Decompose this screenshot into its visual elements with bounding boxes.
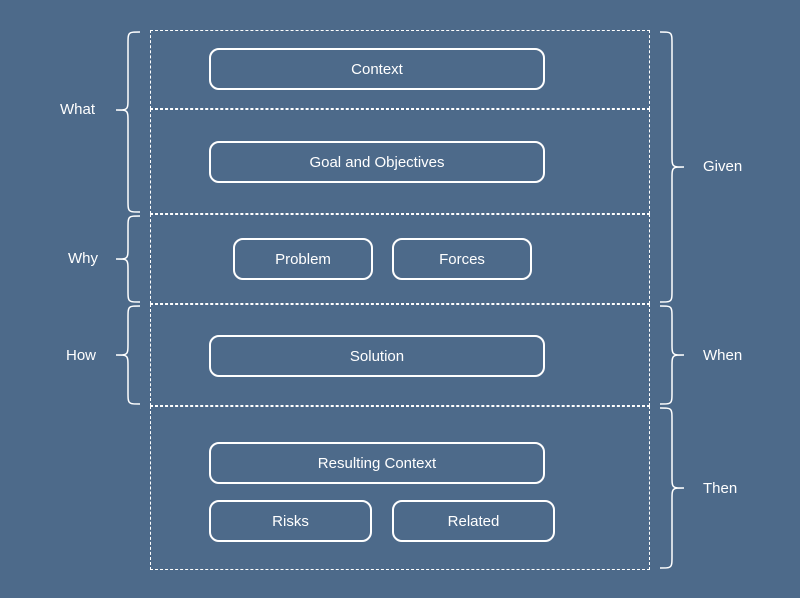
diagram-canvas: Context Goal and Objectives Problem Forc… [0,0,800,598]
brace-then [660,408,684,568]
brace-how [116,306,140,404]
braces-layer [0,0,800,598]
brace-why [116,216,140,302]
brace-when [660,306,684,404]
brace-given [660,32,684,302]
brace-what [116,32,140,212]
